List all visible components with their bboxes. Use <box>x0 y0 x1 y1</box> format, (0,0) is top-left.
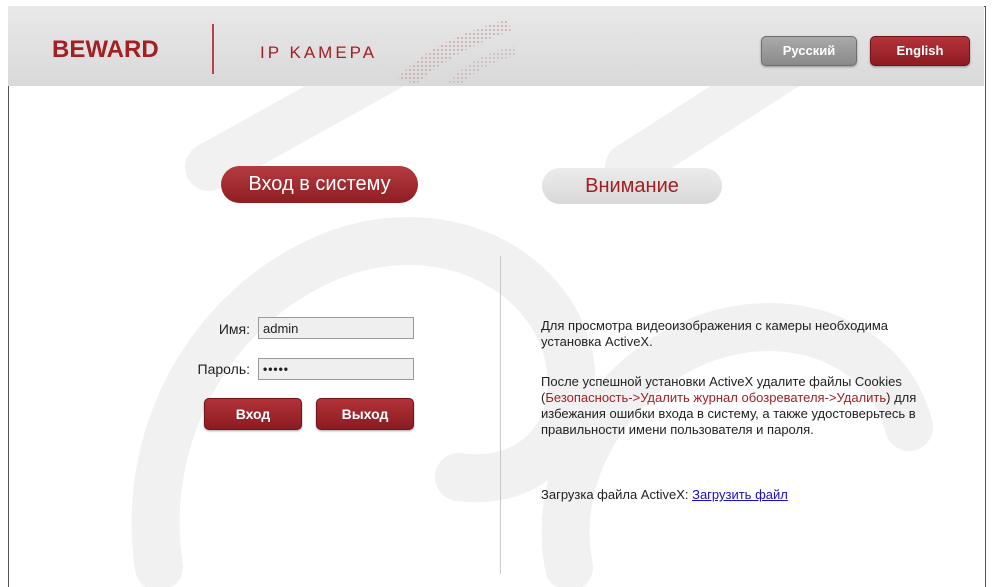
download-label: Загрузка файла ActiveX: <box>541 487 693 502</box>
russian-language-button[interactable]: Русский <box>761 36 857 66</box>
beward-logo: BEWARD <box>52 36 159 63</box>
login-button[interactable]: Вход <box>204 398 302 430</box>
globe-map-icon <box>398 20 516 84</box>
username-label: Имя: <box>218 321 250 337</box>
exit-button[interactable]: Выход <box>316 398 414 430</box>
activex-download-row: Загрузка файла ActiveX: Загрузить файл <box>541 487 941 503</box>
vertical-divider <box>500 256 501 574</box>
english-language-button[interactable]: English <box>870 36 970 66</box>
tab-notice: Внимание <box>542 168 722 204</box>
download-file-link[interactable]: Загрузить файл <box>692 487 788 502</box>
product-title: IP KAMEPA <box>260 43 378 62</box>
password-input[interactable]: ••••• <box>258 358 414 380</box>
tab-login[interactable]: Вход в систему <box>221 166 418 203</box>
username-input[interactable] <box>258 317 414 339</box>
cookies-notice: После успешной установки ActiveX удалите… <box>541 374 941 438</box>
password-label: Пароль: <box>197 361 250 377</box>
logo-divider <box>212 24 214 74</box>
header-bar: BEWARD IP KAMEPA Русский English <box>8 6 984 86</box>
activex-notice: Для просмотра видеоизображения с камеры … <box>541 318 889 349</box>
cookies-delete-path: Безопасность->Удалить журнал обозревател… <box>545 390 887 405</box>
